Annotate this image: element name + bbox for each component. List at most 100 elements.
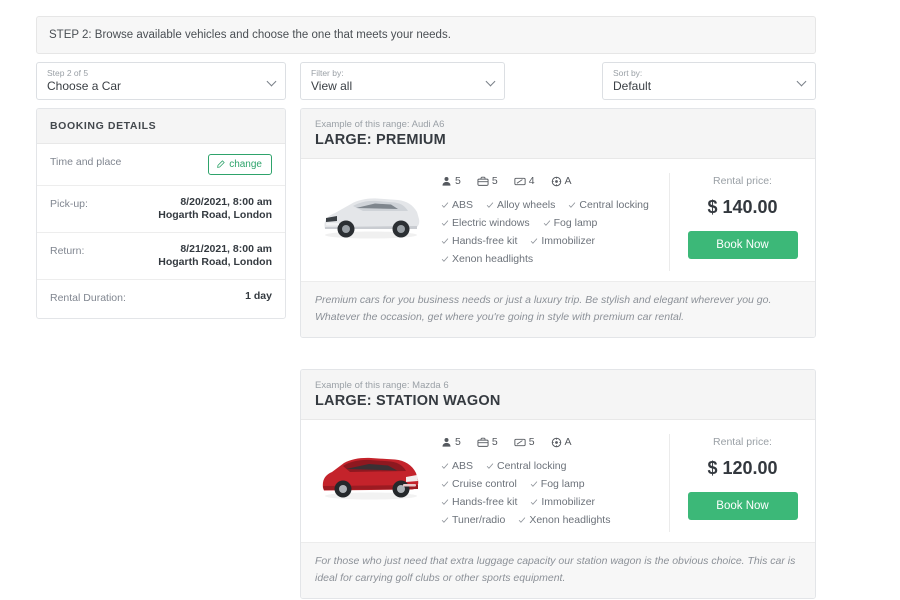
feature-label: Central locking bbox=[497, 460, 567, 472]
feature-label: ABS bbox=[452, 460, 474, 472]
page-root: STEP 2: Browse available vehicles and ch… bbox=[0, 0, 900, 600]
change-button[interactable]: change bbox=[208, 154, 272, 175]
transmission-icon bbox=[551, 437, 561, 447]
car-card[interactable]: Example of this range: Mazda 6 LARGE: ST… bbox=[300, 369, 816, 599]
book-now-button[interactable]: Book Now bbox=[687, 231, 798, 259]
feature-item: ABS bbox=[441, 199, 473, 211]
pickup-label: Pick-up: bbox=[50, 198, 88, 210]
filter-select[interactable]: Filter by: View all bbox=[300, 62, 505, 100]
rental-price-label: Rental price: bbox=[713, 175, 772, 187]
car-price-column: Rental price: $ 140.00 Book Now bbox=[669, 173, 801, 271]
transmission-icon bbox=[551, 176, 561, 186]
luggage-icon bbox=[477, 176, 489, 186]
booking-details-panel: BOOKING DETAILS Time and place change Pi… bbox=[36, 108, 286, 319]
sort-select-label: Sort by: bbox=[613, 68, 643, 78]
car-details: 5 5 4 A ABS Alloy wheels Central locking… bbox=[441, 173, 669, 271]
sort-select-value: Default bbox=[613, 79, 652, 93]
check-icon bbox=[441, 499, 449, 505]
check-icon bbox=[441, 238, 449, 244]
feature-label: Immobilizer bbox=[541, 235, 596, 247]
car-features-list: ABS Alloy wheels Central locking Electri… bbox=[441, 199, 663, 271]
check-icon bbox=[441, 517, 449, 523]
spec-luggage: 5 bbox=[477, 436, 498, 448]
book-now-button[interactable]: Book Now bbox=[687, 492, 798, 520]
feature-item: Hands-free kit bbox=[441, 496, 517, 508]
feature-item: Central locking bbox=[486, 460, 566, 472]
booking-details-title: BOOKING DETAILS bbox=[37, 109, 285, 144]
spec-transmission: A bbox=[551, 436, 572, 448]
chevron-down-icon bbox=[268, 78, 276, 86]
car-card-body: 5 5 5 A ABS Central locking Cruise contr… bbox=[301, 420, 815, 542]
feature-item: Hands-free kit bbox=[441, 235, 517, 247]
feature-label: Xenon headlights bbox=[452, 253, 534, 265]
return-location: Hogarth Road, London bbox=[158, 256, 272, 268]
feature-label: Central locking bbox=[579, 199, 649, 211]
feature-label: Alloy wheels bbox=[497, 199, 556, 211]
car-category-title: LARGE: PREMIUM bbox=[315, 132, 446, 148]
car-description: For those who just need that extra lugga… bbox=[301, 542, 815, 598]
check-icon bbox=[441, 202, 449, 208]
feature-item: Alloy wheels bbox=[486, 199, 555, 211]
spec-doors: 5 bbox=[514, 436, 535, 448]
step-banner: STEP 2: Browse available vehicles and ch… bbox=[36, 16, 816, 54]
car-category-title: LARGE: STATION WAGON bbox=[315, 393, 501, 409]
return-label: Return: bbox=[50, 245, 85, 257]
car-card-header: Example of this range: Audi A6 LARGE: PR… bbox=[301, 109, 815, 159]
feature-item: Xenon headlights bbox=[441, 253, 533, 265]
sort-select[interactable]: Sort by: Default bbox=[602, 62, 816, 100]
feature-item: Tuner/radio bbox=[441, 514, 505, 526]
spec-passengers: 5 bbox=[441, 436, 461, 448]
feature-item: Cruise control bbox=[441, 478, 517, 490]
return-value: 8/21/2021, 8:00 am Hogarth Road, London bbox=[158, 243, 272, 269]
pickup-location: Hogarth Road, London bbox=[158, 209, 272, 221]
door-icon bbox=[514, 177, 526, 185]
pickup-value: 8/20/2021, 8:00 am Hogarth Road, London bbox=[158, 196, 272, 222]
spec-transmission: A bbox=[551, 175, 572, 187]
feature-label: Hands-free kit bbox=[452, 496, 518, 508]
feature-label: Xenon headlights bbox=[529, 514, 611, 526]
feature-label: ABS bbox=[452, 199, 474, 211]
selector-row: Step 2 of 5 Choose a Car Filter by: View… bbox=[36, 62, 816, 100]
booking-row-time-place: Time and place change bbox=[37, 144, 285, 186]
car-photo-wagon bbox=[315, 444, 425, 506]
car-details: 5 5 5 A ABS Central locking Cruise contr… bbox=[441, 434, 669, 532]
feature-item: Immobilizer bbox=[530, 496, 595, 508]
car-description: Premium cars for you business needs or j… bbox=[301, 281, 815, 337]
check-icon bbox=[519, 517, 526, 523]
car-card-header: Example of this range: Mazda 6 LARGE: ST… bbox=[301, 370, 815, 420]
spec-passengers-value: 5 bbox=[455, 436, 461, 448]
feature-label: Immobilizer bbox=[541, 496, 596, 508]
booking-row-pickup: Pick-up: 8/20/2021, 8:00 am Hogarth Road… bbox=[37, 186, 285, 233]
door-icon bbox=[514, 438, 526, 446]
check-icon bbox=[486, 463, 494, 469]
spec-luggage-value: 5 bbox=[491, 175, 498, 187]
step-select-label: Step 2 of 5 bbox=[47, 68, 89, 78]
spec-transmission-value: A bbox=[564, 175, 572, 187]
feature-label: Hands-free kit bbox=[452, 235, 518, 247]
car-photo-sedan bbox=[315, 183, 425, 245]
feature-item: Fog lamp bbox=[543, 217, 597, 229]
car-example-label: Example of this range: Audi A6 bbox=[315, 119, 445, 130]
step-banner-text: STEP 2: Browse available vehicles and ch… bbox=[49, 29, 451, 41]
check-icon bbox=[486, 202, 494, 208]
feature-item: Xenon headlights bbox=[518, 514, 610, 526]
check-icon bbox=[441, 256, 449, 262]
feature-item: Fog lamp bbox=[530, 478, 585, 490]
spec-doors: 4 bbox=[514, 175, 535, 187]
step-select[interactable]: Step 2 of 5 Choose a Car bbox=[36, 62, 286, 100]
car-example-label: Example of this range: Mazda 6 bbox=[315, 380, 449, 391]
filter-select-value: View all bbox=[311, 79, 353, 93]
rental-price-label: Rental price: bbox=[713, 436, 772, 448]
time-and-place-label: Time and place bbox=[50, 156, 122, 168]
feature-item: Central locking bbox=[568, 199, 649, 211]
feature-item: ABS bbox=[441, 460, 473, 472]
car-card[interactable]: Example of this range: Audi A6 LARGE: PR… bbox=[300, 108, 816, 338]
feature-label: Electric windows bbox=[452, 217, 530, 229]
change-button-label: change bbox=[229, 159, 262, 170]
luggage-icon bbox=[477, 437, 489, 447]
feature-label: Cruise control bbox=[452, 478, 517, 490]
return-datetime: 8/21/2021, 8:00 am bbox=[180, 243, 272, 255]
check-icon bbox=[569, 202, 576, 208]
rental-price-value: $ 140.00 bbox=[707, 197, 778, 217]
check-icon bbox=[531, 499, 538, 505]
